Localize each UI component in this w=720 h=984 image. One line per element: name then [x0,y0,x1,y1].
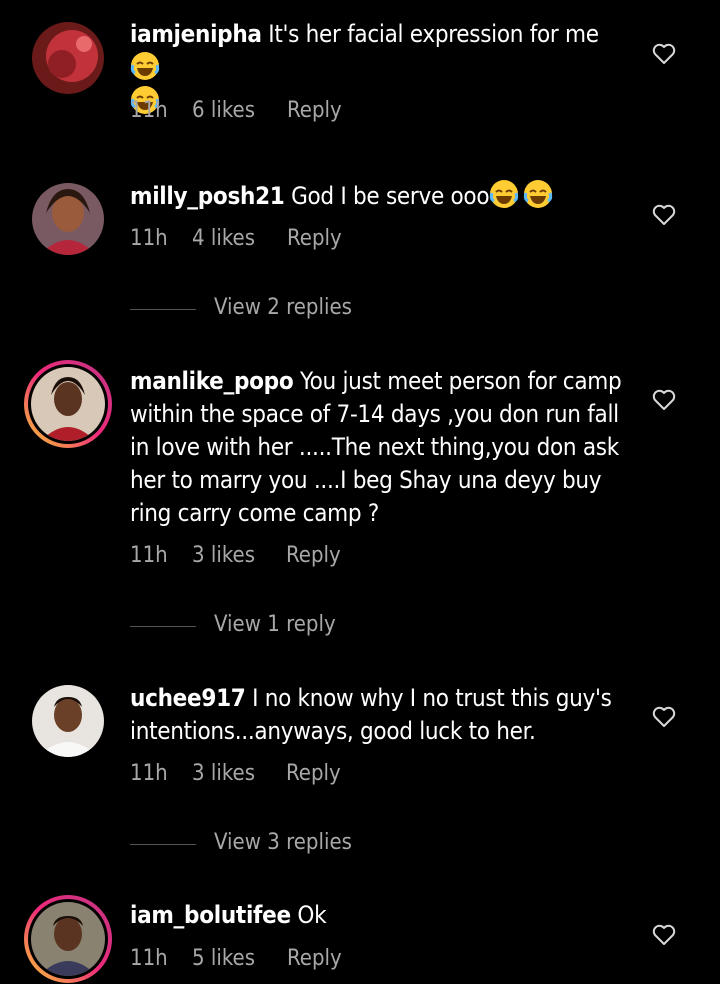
view-replies-button[interactable]: View 1 reply [130,612,430,642]
comment-body: manlike_popo You just meet person for ca… [130,365,630,530]
avatar-story-ring[interactable] [24,895,112,983]
avatar[interactable] [32,685,104,757]
avatar-story-ring[interactable] [24,360,112,448]
reply-button[interactable]: Reply [287,226,342,251]
comment-body: milly_posh21 God I be serve ooo [130,179,630,213]
reply-button[interactable]: Reply [287,946,342,971]
reply-button[interactable]: Reply [287,98,342,123]
comment-username[interactable]: milly_posh21 [130,182,285,210]
like-count[interactable]: 3 likes [192,761,255,786]
heart-icon[interactable] [652,389,676,411]
replies-divider [130,844,196,845]
view-replies-button[interactable]: View 2 replies [130,295,430,325]
comment-username[interactable]: uchee917 [130,684,246,712]
comment-time: 11h [130,761,168,786]
comment-username[interactable]: manlike_popo [130,367,294,395]
comment-username[interactable]: iam_bolutifee [130,901,291,929]
comment-time: 11h [130,226,168,251]
comment-text: It's her facial expression for me [268,20,599,48]
heart-icon[interactable] [652,924,676,946]
view-replies-button[interactable]: View 3 replies [130,830,430,860]
laughing-emoji-icon [524,180,553,208]
laughing-emoji-icon [490,180,519,208]
avatar-photo [32,183,104,255]
comment-time: 11h [130,543,168,568]
heart-icon[interactable] [652,706,676,728]
comment-body: uchee917 I no know why I no trust this g… [130,682,630,748]
heart-icon[interactable] [652,43,676,65]
comment-text: God I be serve ooo [291,182,490,210]
reply-button[interactable]: Reply [286,761,341,786]
like-count[interactable]: 6 likes [192,98,255,123]
avatar-photo [31,367,105,441]
view-replies-label[interactable]: View 2 replies [214,295,352,320]
avatar-ring-gap [28,899,108,979]
replies-divider [130,626,196,627]
comment-time: 11h [130,946,168,971]
view-replies-label[interactable]: View 1 reply [214,612,336,637]
avatar-ring-gap [28,364,108,444]
avatar[interactable] [32,183,104,255]
view-replies-label[interactable]: View 3 replies [214,830,352,855]
avatar-photo [31,902,105,976]
reply-button[interactable]: Reply [286,543,341,568]
replies-divider [130,309,196,310]
comment-time: 11h [130,98,168,123]
heart-icon[interactable] [652,204,676,226]
avatar-photo [32,685,104,757]
comment-body: iam_bolutifee Ok [130,899,630,932]
comment-username[interactable]: iamjenipha [130,20,262,48]
like-count[interactable]: 5 likes [192,946,255,971]
like-count[interactable]: 3 likes [192,543,255,568]
avatar[interactable] [32,22,104,94]
like-count[interactable]: 4 likes [192,226,255,251]
laughing-emoji-icon [130,52,160,80]
comment-text: Ok [297,901,327,929]
avatar-photo [32,22,104,94]
